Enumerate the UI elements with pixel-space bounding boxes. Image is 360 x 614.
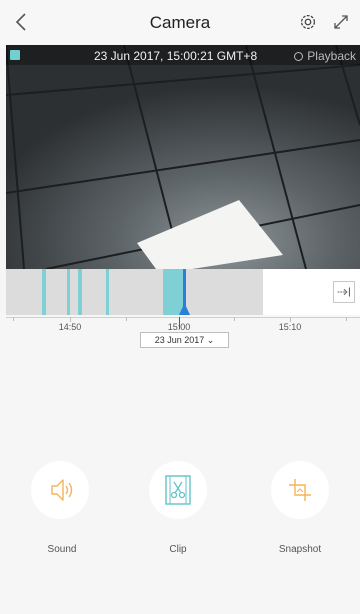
gear-icon[interactable] — [297, 11, 319, 33]
sound-label: Sound — [47, 544, 77, 555]
jump-to-live-icon[interactable] — [333, 281, 355, 303]
minor-tick — [13, 317, 14, 321]
minor-tick — [126, 317, 127, 321]
snapshot-label: Snapshot — [278, 544, 322, 555]
date-select[interactable]: 23 Jun 2017 ⌄ — [140, 332, 229, 348]
recording-segment — [78, 269, 82, 315]
ruler-axis — [6, 317, 360, 318]
recording-segment — [42, 269, 46, 315]
tick-label: 15:10 — [278, 322, 302, 332]
tick-label: 14:50 — [58, 322, 82, 332]
clock-icon — [294, 52, 304, 61]
recording-segment — [67, 269, 70, 315]
clip-button[interactable] — [149, 461, 207, 519]
timeline-ruler: 14:50 15:00 15:10 23 Jun 2017 ⌄ — [0, 315, 360, 355]
recording-timeline[interactable] — [6, 269, 360, 315]
scissors-icon — [165, 475, 191, 505]
playhead-marker[interactable] — [179, 269, 191, 315]
sound-button[interactable] — [31, 461, 89, 519]
clip-label: Clip — [169, 544, 187, 555]
speaker-icon — [51, 479, 73, 501]
ceiling-scene-image — [6, 45, 360, 269]
snapshot-button[interactable] — [271, 461, 329, 519]
recording-segment — [106, 269, 109, 315]
camera-video-feed[interactable]: 23 Jun 2017, 15:00:21 GMT+8 Playback — [6, 45, 360, 269]
tick-label: 15:00 — [167, 322, 191, 332]
expand-icon[interactable] — [331, 12, 351, 32]
crop-icon — [289, 479, 311, 501]
chevron-down-icon: ⌄ — [206, 335, 215, 345]
minor-tick — [234, 317, 235, 321]
playback-label: Playback — [307, 49, 356, 63]
video-timestamp: 23 Jun 2017, 15:00:21 GMT+8 — [94, 49, 258, 63]
minor-tick — [346, 317, 347, 321]
top-nav-bar: Camera — [0, 0, 360, 44]
video-info-bar: 23 Jun 2017, 15:00:21 GMT+8 Playback — [6, 45, 360, 65]
date-select-value: 23 Jun 2017 — [154, 335, 205, 345]
signal-icon — [10, 50, 20, 60]
playback-button[interactable]: Playback — [294, 49, 356, 63]
